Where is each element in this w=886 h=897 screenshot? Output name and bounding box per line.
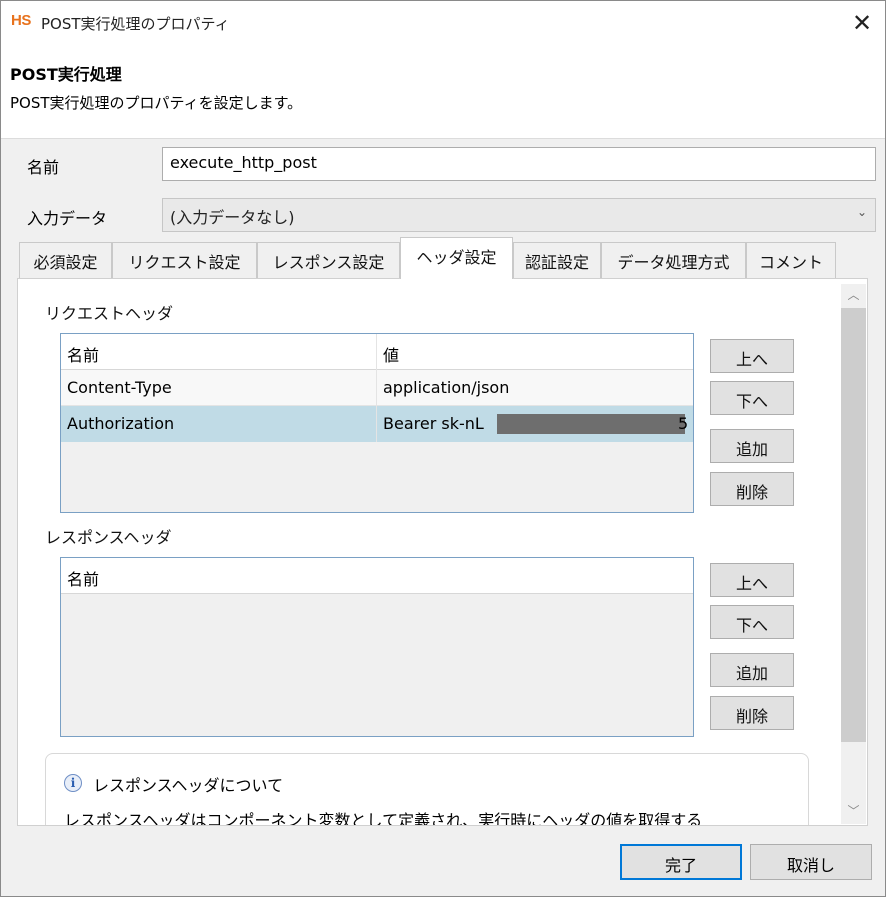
info-clip: i レスポンスヘッダについて レスポンスヘッダはコンポーネント変数として定義され…: [1, 1, 885, 825]
vertical-scrollbar[interactable]: ︿ ﹀: [841, 284, 866, 824]
scroll-up-icon[interactable]: ︿: [841, 286, 866, 308]
info-icon: i: [64, 774, 82, 792]
info-title: レスポンスヘッダについて: [93, 776, 284, 795]
properties-dialog: HS POST実行処理のプロパティ ✕ POST実行処理 POST実行処理のプロ…: [0, 0, 886, 897]
finish-button[interactable]: 完了: [620, 844, 742, 880]
cancel-button[interactable]: 取消し: [750, 844, 872, 880]
info-body: レスポンスヘッダはコンポーネント変数として定義され、実行時にヘッダの値を取得する: [64, 811, 703, 825]
response-header-info-box: i レスポンスヘッダについて レスポンスヘッダはコンポーネント変数として定義され…: [45, 753, 809, 825]
tab-header-settings[interactable]: ヘッダ設定: [400, 237, 513, 279]
scroll-thumb[interactable]: [841, 308, 866, 742]
scroll-down-icon[interactable]: ﹀: [841, 802, 866, 824]
